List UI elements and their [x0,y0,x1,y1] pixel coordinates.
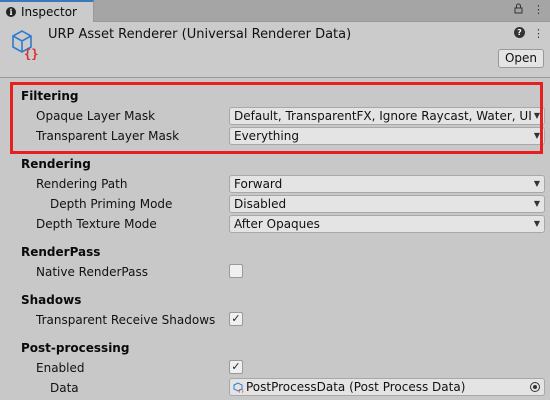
opaque-layer-mask-dropdown[interactable]: Default, TransparentFX, Ignore Raycast, … [229,107,545,125]
tab-bar: i Inspector ⋮ [0,0,550,22]
svg-text:{}: {} [238,389,244,393]
depth-texture-mode-dropdown[interactable]: After Opaques ▼ [229,215,545,233]
depth-priming-mode-value: Disabled [234,197,287,211]
tab-label: Inspector [21,5,77,19]
depth-texture-mode-value: After Opaques [234,217,320,231]
checkmark-icon: ✓ [231,312,241,325]
chevron-down-icon: ▼ [533,199,540,208]
lock-icon[interactable] [514,3,523,17]
scriptable-object-icon: {} [10,28,40,61]
section-title-renderpass[interactable]: RenderPass [21,245,100,259]
open-button[interactable]: Open [497,49,544,68]
info-icon: i [6,7,16,17]
post-processing-enabled-label: Enabled [36,361,85,375]
header-menu-icon[interactable]: ⋮ [533,27,544,40]
depth-priming-mode-dropdown[interactable]: Disabled ▼ [229,195,545,213]
native-renderpass-checkbox[interactable] [229,264,243,278]
asset-title: URP Asset Renderer (Universal Renderer D… [48,27,352,42]
post-process-data-value: PostProcessData (Post Process Data) [246,380,466,394]
depth-texture-mode-label: Depth Texture Mode [36,217,157,231]
transparent-layer-mask-label: Transparent Layer Mask [36,129,180,143]
opaque-layer-mask-label: Opaque Layer Mask [36,109,156,123]
svg-text:{}: {} [24,47,38,60]
tab-inspector[interactable]: i Inspector [0,0,94,22]
post-process-data-label: Data [50,381,79,395]
transparent-layer-mask-dropdown[interactable]: Everything ▼ [229,127,545,145]
section-title-post-processing[interactable]: Post-processing [21,341,129,355]
transparent-layer-mask-value: Everything [234,129,299,143]
chevron-down-icon: ▼ [533,179,540,188]
section-title-filtering[interactable]: Filtering [21,89,78,103]
depth-priming-mode-label: Depth Priming Mode [50,197,173,211]
rendering-path-label: Rendering Path [36,177,128,191]
object-picker-icon[interactable] [530,382,540,392]
opaque-layer-mask-value: Default, TransparentFX, Ignore Raycast, … [234,109,532,123]
scriptable-object-icon: {} [233,381,244,395]
chevron-down-icon: ▼ [533,111,540,120]
inspector-header: {} URP Asset Renderer (Universal Rendere… [0,22,550,78]
section-title-shadows[interactable]: Shadows [21,293,81,307]
post-process-data-field[interactable]: {} PostProcessData (Post Process Data) [229,378,545,396]
native-renderpass-label: Native RenderPass [36,265,148,279]
post-processing-enabled-checkbox[interactable]: ✓ [229,360,243,374]
chevron-down-icon: ▼ [533,219,540,228]
section-title-rendering[interactable]: Rendering [21,157,91,171]
inspector-content: Filtering Opaque Layer Mask Default, Tra… [0,79,550,400]
rendering-path-dropdown[interactable]: Forward ▼ [229,175,545,193]
rendering-path-value: Forward [234,177,283,191]
chevron-down-icon: ▼ [533,131,540,140]
transparent-receive-shadows-label: Transparent Receive Shadows [36,313,216,327]
header-tools: ? ⋮ [514,27,544,40]
tab-tools: ⋮ [514,3,544,17]
help-icon[interactable]: ? [514,27,525,38]
checkmark-icon: ✓ [231,360,241,373]
tab-menu-icon[interactable]: ⋮ [533,3,544,17]
transparent-receive-shadows-checkbox[interactable]: ✓ [229,312,243,326]
